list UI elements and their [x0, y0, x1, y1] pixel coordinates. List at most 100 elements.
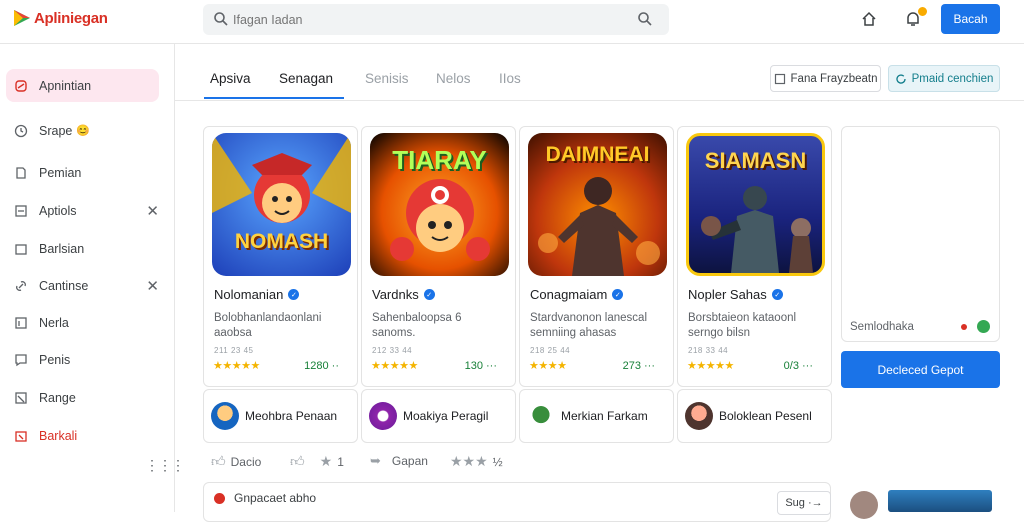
tab-apsiva[interactable]: Apsiva	[210, 71, 251, 86]
avatar	[211, 402, 239, 430]
app-meta: 211 23 45	[214, 346, 254, 355]
developer-item[interactable]: Moakiya Peragil	[361, 389, 516, 443]
status-dot-green	[977, 320, 990, 333]
sidebar-item-srape[interactable]: Srape 😊	[6, 114, 159, 147]
sidebar-item-label: Barkali	[39, 428, 78, 443]
cart-icon	[13, 390, 29, 406]
tab-senagan[interactable]: Senagan	[279, 71, 333, 86]
avatar	[369, 402, 397, 430]
sidebar-item-barkali[interactable]: Barkali	[6, 419, 159, 452]
app-card[interactable]: NOMASH Nolomanian ✓ Bolobhanlandaonlani a…	[203, 126, 358, 387]
developer-item[interactable]: Boloklean Pesenl	[677, 389, 832, 443]
home-icon[interactable]	[860, 10, 878, 28]
rating-suffix: ½	[492, 454, 503, 469]
close-icon[interactable]: ✕	[146, 202, 159, 220]
like-label: Dacio	[230, 454, 262, 469]
sidebar-item-cantinse[interactable]: Cantinse ✕	[6, 269, 159, 302]
filter-icon	[774, 73, 785, 84]
app-art: NOMASH	[212, 133, 351, 276]
developer-name: Merkian Farkam	[561, 409, 648, 423]
art-title: NOMASH	[234, 230, 329, 253]
refresh-icon	[895, 73, 906, 84]
rating-action[interactable]: ★★★ ½	[450, 453, 503, 470]
developer-name: Meohbra Penaan	[245, 409, 338, 423]
app-name: Nolomanian ✓	[214, 287, 300, 302]
app-description: Bolobhanlandaonlani aaobsa	[214, 312, 322, 339]
side-action-button[interactable]: Decleced Gepot	[841, 351, 1000, 388]
thumbs-up-icon: 👍︎	[211, 453, 226, 469]
rating-stars: ★★★★	[529, 360, 567, 372]
folder-icon	[13, 241, 29, 257]
art-title: SIAMASN	[704, 148, 807, 173]
sidebar-item-label: Nerla	[39, 315, 69, 330]
sidebar-item-barlsian[interactable]: Barlsian	[6, 232, 159, 265]
verified-icon: ✓	[612, 289, 624, 300]
game-thumbnail[interactable]	[888, 490, 992, 512]
bottom-button[interactable]: Sug ·→	[777, 491, 831, 515]
notifications-button[interactable]	[904, 6, 928, 33]
app-card[interactable]: DAIMNEAI Conagmaiam ✓ Stardvanonon lanesc…	[519, 126, 674, 387]
tab-iios[interactable]: IIos	[499, 71, 521, 86]
close-icon[interactable]: ✕	[146, 277, 159, 295]
search-bar[interactable]	[203, 4, 669, 35]
sidebar-item-label: Range	[39, 390, 76, 405]
app-card[interactable]: SIAMASN Nopler Sahas ✓ Borsbtaieon kataoo…	[677, 126, 832, 387]
sidebar-item-nerla[interactable]: Nerla	[6, 306, 159, 339]
sidebar-item-label: Cantinse	[39, 278, 89, 293]
link-icon	[13, 278, 29, 294]
developer-item[interactable]: Merkian Farkam	[519, 389, 674, 443]
app-name-text: Nopler Sahas	[688, 287, 767, 302]
sidebar-item-aptiols[interactable]: Aptiols ✕	[6, 194, 159, 227]
chat-icon	[13, 352, 29, 368]
thumbs-up-icon: 👍︎	[290, 453, 305, 469]
sidebar-item-apnintian[interactable]: Apnintian	[6, 69, 159, 102]
side-preview-card[interactable]: Semlodhaka	[841, 126, 1000, 342]
share-action[interactable]: ➥ Gapan	[370, 453, 428, 469]
sidebar-item-label: Srape	[39, 123, 73, 138]
rating-stars: ★★★★★	[371, 360, 418, 372]
search-input[interactable]	[233, 10, 623, 29]
rating-stars: ★★★★★	[687, 360, 734, 372]
sidebar-item-label: Aptiols	[39, 203, 77, 218]
tab-nelos[interactable]: Nelos	[436, 71, 471, 86]
filter-button[interactable]: Fana Frayzbeatn	[770, 65, 881, 92]
app-card[interactable]: TIARAY Vardnks ✓ Sahenbaloopsa 6 sanoms. …	[361, 126, 516, 387]
app-name-text: Conagmaiam	[530, 287, 608, 302]
app-name: Conagmaiam ✓	[530, 287, 624, 302]
game-art-image	[212, 133, 351, 223]
avatar	[527, 402, 555, 430]
star-icon: ★	[319, 453, 333, 469]
art-title: TIARAY	[392, 145, 487, 175]
top-bar: Apliniegan Bacah	[0, 0, 1024, 44]
file-icon	[13, 165, 29, 181]
search-submit-icon[interactable]	[637, 11, 653, 27]
refresh-button[interactable]: Pmaid cenchien	[888, 65, 1000, 92]
sidebar-item-label: Apnintian	[39, 78, 92, 93]
sidebar-item-penis[interactable]: Penis	[6, 343, 159, 376]
more-icon[interactable]: ⋮⋮⋮	[145, 457, 185, 474]
verified-icon: ✓	[771, 289, 783, 300]
sidebar-item-range[interactable]: Range	[6, 381, 159, 414]
side-card-label: Semlodhaka	[850, 321, 914, 333]
like-action[interactable]: 👍︎ Dacio	[211, 453, 261, 470]
tab-senisis[interactable]: Senisis	[365, 71, 409, 86]
rate-action[interactable]: 👍︎ ★ 1	[290, 453, 344, 470]
app-logo[interactable]: Apliniegan	[12, 8, 108, 28]
sidebar-item-pemian[interactable]: Pemian	[6, 156, 159, 189]
avatar[interactable]	[850, 491, 878, 519]
bottom-title: Gnpacaet abho	[234, 491, 317, 505]
rating-count: 0/3 ···	[783, 360, 813, 372]
sidebar-item-label: Barlsian	[39, 241, 85, 256]
developer-item[interactable]: Meohbra Penaan	[203, 389, 358, 443]
phone-icon	[13, 78, 29, 94]
status-dot	[214, 493, 225, 504]
app-art: TIARAY	[370, 133, 509, 276]
search-icon	[214, 12, 228, 26]
app-description: Borsbtaieon kataoonl serngo bilsn	[688, 312, 797, 339]
emoji-icon: 😊	[76, 125, 91, 137]
app-meta: 212 33 44	[372, 346, 413, 355]
app-description: Sahenbaloopsa 6 sanoms.	[372, 312, 462, 339]
rating-count: 1280 ··	[304, 360, 339, 372]
app-art: DAIMNEAI	[528, 133, 667, 276]
header-primary-button[interactable]: Bacah	[941, 4, 1000, 34]
